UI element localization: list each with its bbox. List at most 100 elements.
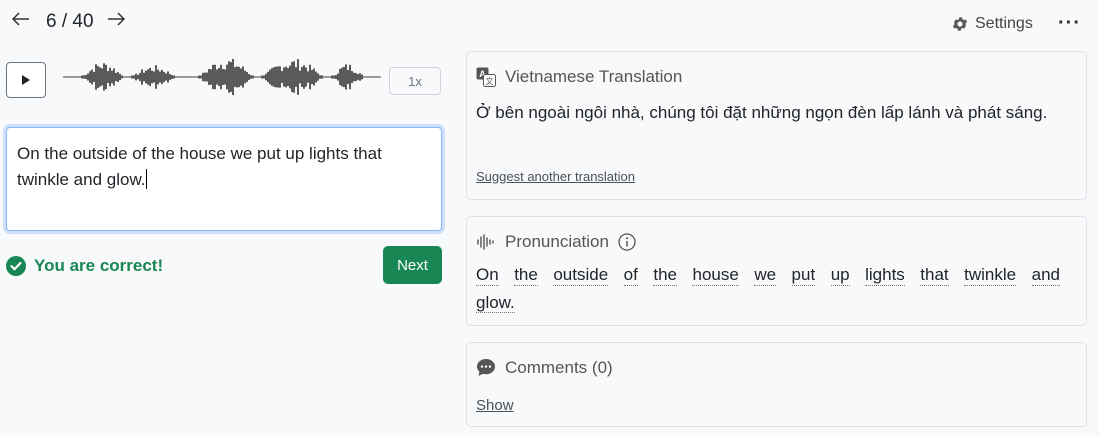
waveform-bar <box>131 75 133 79</box>
pronunciation-word[interactable]: we <box>754 265 777 286</box>
waveform-bar <box>222 68 224 86</box>
waveform-bar <box>263 75 265 79</box>
waveform-bar <box>135 73 137 81</box>
waveform-bar <box>269 69 271 85</box>
waveform-bar <box>153 71 155 83</box>
sentence-counter: 6 / 40 <box>46 11 94 32</box>
waveform-bar <box>252 75 254 79</box>
waveform-bar <box>273 67 275 87</box>
pronunciation-header: Pronunciation <box>476 232 636 252</box>
pronunciation-word[interactable]: twinkle <box>964 265 1017 286</box>
waveform-bar <box>115 72 117 82</box>
correct-feedback: You are correct! <box>6 256 163 276</box>
settings-button[interactable]: Settings <box>951 15 1033 33</box>
correct-message: You are correct! <box>34 256 164 275</box>
next-arrow-button[interactable] <box>107 10 126 30</box>
pronunciation-word[interactable]: the <box>514 265 538 286</box>
prev-arrow-button[interactable] <box>11 10 30 30</box>
waveform-bar <box>359 73 361 81</box>
waveform-bar <box>265 73 267 81</box>
pronunciation-word[interactable]: and <box>1031 265 1060 286</box>
svg-text:文: 文 <box>486 76 494 86</box>
waveform-bar <box>159 71 161 83</box>
waveform-bar <box>99 67 101 87</box>
waveform-bar <box>289 65 291 89</box>
pronunciation-word[interactable]: lights <box>865 265 905 286</box>
waveform-bar <box>167 71 169 83</box>
translation-heading: Vietnamese Translation <box>505 67 683 86</box>
waveform-bar <box>267 71 269 83</box>
waveform-bar <box>218 67 220 87</box>
chat-bubble-icon <box>477 359 495 376</box>
waveform-bar <box>139 72 141 82</box>
waveform-bar <box>85 74 87 80</box>
waveform-bar <box>337 73 339 81</box>
waveform-bar <box>206 72 208 82</box>
translate-icon: A 文 <box>476 67 496 87</box>
waveform-bar <box>275 66 277 88</box>
waveform-bar <box>347 70 349 84</box>
waveform-bar <box>210 69 212 85</box>
waveform-bar <box>236 66 238 88</box>
speed-button[interactable]: 1x <box>389 67 441 95</box>
waveform-bar <box>295 67 297 87</box>
waveform-bar <box>220 64 222 90</box>
waveform-bar <box>224 69 226 85</box>
gear-icon <box>952 17 968 31</box>
pronunciation-card: Pronunciation On the outside of the house we pu… <box>466 216 1087 326</box>
play-button[interactable] <box>6 62 46 98</box>
waveform-bar <box>250 75 252 79</box>
waveform-bar <box>83 75 85 79</box>
pronunciation-word[interactable]: outside <box>553 265 609 286</box>
pronunciation-words: On the outside of the house we put up lights that t… <box>476 265 1060 313</box>
waveform-bar <box>315 71 317 83</box>
waveform-bar <box>204 72 206 82</box>
waveform-bar <box>198 75 200 79</box>
more-options-button[interactable]: ··· <box>1058 12 1081 35</box>
waveform-bar <box>345 64 347 90</box>
waveform-bar <box>335 75 337 79</box>
answer-textarea[interactable]: On the outside of the house we put up li… <box>6 127 442 231</box>
play-icon <box>22 75 30 85</box>
audio-waveform[interactable] <box>63 52 381 102</box>
show-comments-link[interactable]: Show <box>476 397 514 414</box>
waveform-bar <box>307 71 309 83</box>
comments-header: Comments (0) <box>476 358 613 378</box>
pronunciation-word[interactable]: On <box>476 265 499 286</box>
waveform-bar <box>145 70 147 84</box>
waveform-bar <box>321 75 323 79</box>
pronunciation-word[interactable]: of <box>623 265 638 286</box>
pronunciation-row: glow. <box>476 293 1060 313</box>
suggest-translation-link[interactable]: Suggest another translation <box>476 169 635 184</box>
waveform-bar <box>331 75 333 79</box>
waveform-bar <box>311 69 313 85</box>
pronunciation-word[interactable]: the <box>653 265 677 286</box>
pronunciation-word[interactable]: glow. <box>476 293 515 313</box>
waveform-bar <box>91 69 93 85</box>
waveform-bar <box>281 71 283 83</box>
next-button[interactable]: Next <box>383 246 442 284</box>
waveform-bar <box>240 68 242 86</box>
waveform-bar <box>165 73 167 81</box>
waveform-bar <box>305 67 307 87</box>
audio-wave-icon <box>477 234 494 250</box>
waveform-bar <box>149 67 151 87</box>
check-circle-icon <box>6 256 26 276</box>
pronunciation-word[interactable]: put <box>791 265 816 286</box>
waveform-bar <box>246 72 248 82</box>
waveform-bar <box>151 70 153 84</box>
waveform-bar <box>226 64 228 90</box>
waveform-bar <box>81 75 83 79</box>
waveform-bar <box>343 66 345 88</box>
waveform-bar <box>113 68 115 86</box>
pronunciation-word[interactable]: up <box>830 265 850 286</box>
waveform-bar <box>242 66 244 88</box>
info-icon[interactable] <box>618 233 636 251</box>
waveform-bar <box>93 71 95 83</box>
pronunciation-word[interactable]: house <box>692 265 739 286</box>
translation-text: Ở bên ngoài ngôi nhà, chúng tôi đặt nhữn… <box>476 103 1048 122</box>
waveform-bar <box>333 75 335 79</box>
pronunciation-word[interactable]: that <box>920 265 949 286</box>
waveform-bar <box>101 68 103 86</box>
waveform-bar <box>161 69 163 85</box>
